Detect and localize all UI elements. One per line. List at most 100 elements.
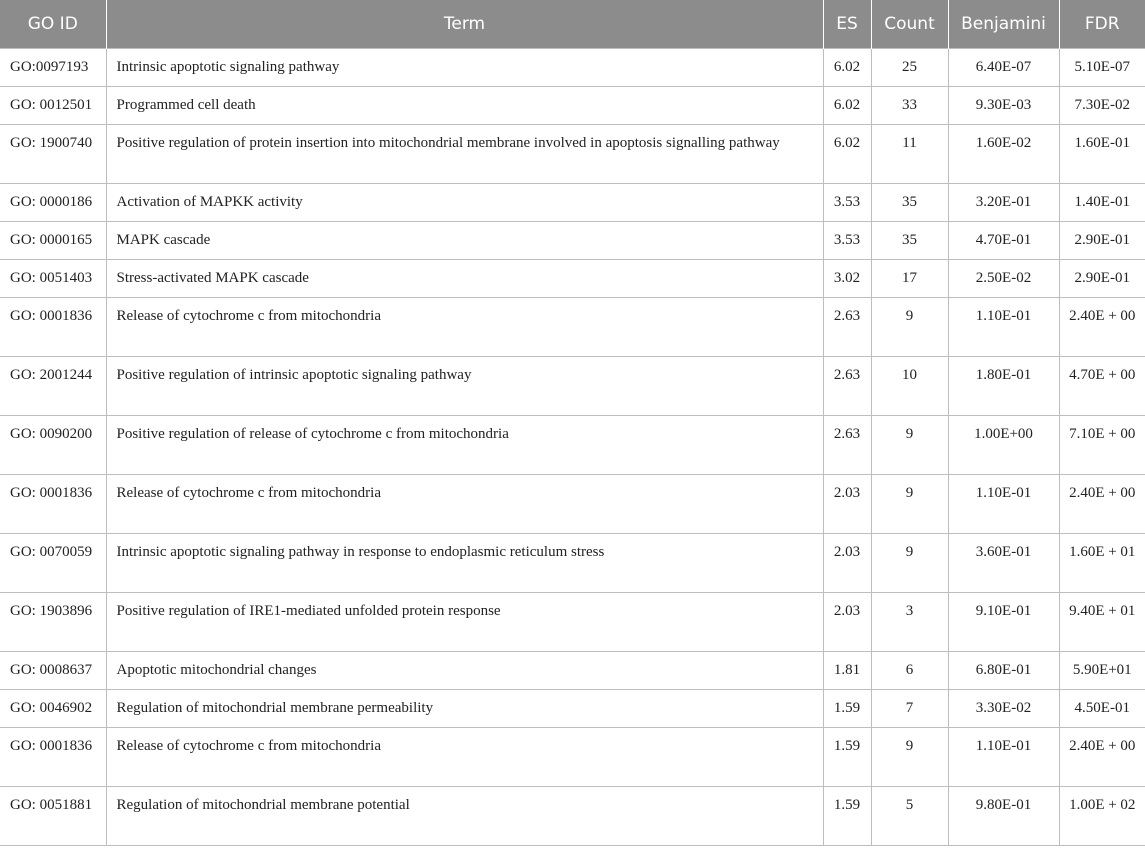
table-header: GO ID Term ES Count Benjamini FDR (0, 0, 1145, 49)
cell-fdr: 7.30E-02 (1058, 86, 1145, 125)
cell-benjamini: 9.80E-01 (947, 786, 1060, 846)
header-go-id: GO ID (0, 0, 107, 49)
cell-benjamini: 1.60E-02 (947, 124, 1060, 184)
cell-term: Intrinsic apoptotic signaling pathway (105, 48, 824, 87)
cell-go-id: GO: 0090200 (0, 415, 107, 475)
table-row: GO: 0070059 Intrinsic apoptotic signaling… (0, 533, 1145, 593)
table-row: GO:0097193 Intrinsic apoptotic signaling … (0, 48, 1145, 87)
header-term: Term (105, 0, 824, 49)
cell-fdr: 1.40E-01 (1058, 183, 1145, 222)
cell-es: 2.03 (822, 474, 872, 534)
header-es: ES (822, 0, 872, 49)
cell-benjamini: 2.50E-02 (947, 259, 1060, 298)
cell-fdr: 1.60E + 01 (1058, 533, 1145, 593)
cell-fdr: 2.40E + 00 (1058, 727, 1145, 787)
cell-fdr: 7.10E + 00 (1058, 415, 1145, 475)
cell-es: 3.53 (822, 183, 872, 222)
cell-term: Release of cytochrome c from mitochondri… (105, 727, 824, 787)
cell-es: 6.02 (822, 124, 872, 184)
cell-count: 25 (870, 48, 949, 87)
table-row: GO: 0001836 Release of cytochrome c from … (0, 727, 1145, 787)
cell-go-id: GO: 0001836 (0, 297, 107, 357)
cell-term: Apoptotic mitochondrial changes (105, 651, 824, 690)
cell-term: Regulation of mitochondrial membrane per… (105, 689, 824, 728)
cell-count: 35 (870, 221, 949, 260)
cell-term: Programmed cell death (105, 86, 824, 125)
cell-fdr: 4.50E-01 (1058, 689, 1145, 728)
table-row: GO: 0001836 Release of cytochrome c from … (0, 297, 1145, 357)
cell-benjamini: 1.10E-01 (947, 727, 1060, 787)
cell-es: 2.63 (822, 356, 872, 416)
cell-go-id: GO: 0000165 (0, 221, 107, 260)
cell-go-id: GO: 0012501 (0, 86, 107, 125)
table-row: GO: 0001836 Release of cytochrome c from … (0, 474, 1145, 534)
cell-count: 9 (870, 727, 949, 787)
table-row: GO: 2001244 Positive regulation of intrin… (0, 356, 1145, 416)
cell-go-id: GO: 0001836 (0, 474, 107, 534)
cell-term: Positive regulation of IRE1-mediated unf… (105, 592, 824, 652)
table-body: GO:0097193 Intrinsic apoptotic signaling … (0, 48, 1145, 846)
table-row: GO: 1900740 Positive regulation of protei… (0, 124, 1145, 184)
table-row: GO: 0012501 Programmed cell death 6.02 33 9.… (0, 86, 1145, 125)
cell-count: 11 (870, 124, 949, 184)
cell-es: 2.03 (822, 533, 872, 593)
cell-es: 3.53 (822, 221, 872, 260)
cell-es: 1.81 (822, 651, 872, 690)
cell-fdr: 2.90E-01 (1058, 221, 1145, 260)
table-row: GO: 0008637 Apoptotic mitochondrial chang… (0, 651, 1145, 690)
go-enrichment-table: GO ID Term ES Count Benjamini FDR GO:009… (0, 0, 1145, 846)
cell-go-id: GO:0097193 (0, 48, 107, 87)
cell-es: 3.02 (822, 259, 872, 298)
cell-term: Positive regulation of intrinsic apoptot… (105, 356, 824, 416)
cell-benjamini: 3.20E-01 (947, 183, 1060, 222)
cell-go-id: GO: 1900740 (0, 124, 107, 184)
cell-count: 9 (870, 533, 949, 593)
header-row: GO ID Term ES Count Benjamini FDR (0, 0, 1145, 49)
table-row: GO: 0000186 Activation of MAPKK activity 3… (0, 183, 1145, 222)
cell-term: Positive regulation of protein insertion… (105, 124, 824, 184)
cell-es: 1.59 (822, 727, 872, 787)
table-row: GO: 0000165 MAPK cascade 3.53 35 4.70E-01 2.9… (0, 221, 1145, 260)
cell-count: 5 (870, 786, 949, 846)
cell-fdr: 1.60E-01 (1058, 124, 1145, 184)
cell-count: 9 (870, 415, 949, 475)
cell-go-id: GO: 0070059 (0, 533, 107, 593)
header-count: Count (870, 0, 949, 49)
cell-go-id: GO: 0051881 (0, 786, 107, 846)
cell-go-id: GO: 0051403 (0, 259, 107, 298)
cell-count: 3 (870, 592, 949, 652)
cell-count: 6 (870, 651, 949, 690)
cell-benjamini: 1.10E-01 (947, 297, 1060, 357)
cell-term: Regulation of mitochondrial membrane pot… (105, 786, 824, 846)
cell-term: Intrinsic apoptotic signaling pathway in… (105, 533, 824, 593)
header-fdr: FDR (1058, 0, 1145, 49)
table-row: GO: 0090200 Positive regulation of releas… (0, 415, 1145, 475)
cell-benjamini: 3.30E-02 (947, 689, 1060, 728)
cell-es: 2.03 (822, 592, 872, 652)
cell-term: Stress-activated MAPK cascade (105, 259, 824, 298)
cell-es: 6.02 (822, 48, 872, 87)
cell-go-id: GO: 0008637 (0, 651, 107, 690)
cell-benjamini: 9.10E-01 (947, 592, 1060, 652)
cell-benjamini: 3.60E-01 (947, 533, 1060, 593)
cell-fdr: 1.00E + 02 (1058, 786, 1145, 846)
cell-benjamini: 6.40E-07 (947, 48, 1060, 87)
cell-fdr: 4.70E + 00 (1058, 356, 1145, 416)
cell-count: 9 (870, 297, 949, 357)
cell-term: Positive regulation of release of cytoch… (105, 415, 824, 475)
cell-count: 17 (870, 259, 949, 298)
cell-es: 1.59 (822, 689, 872, 728)
cell-fdr: 9.40E + 01 (1058, 592, 1145, 652)
cell-fdr: 2.40E + 00 (1058, 474, 1145, 534)
cell-benjamini: 4.70E-01 (947, 221, 1060, 260)
cell-count: 10 (870, 356, 949, 416)
table-row: GO: 0051403 Stress-activated MAPK cascade… (0, 259, 1145, 298)
cell-go-id: GO: 0001836 (0, 727, 107, 787)
cell-count: 7 (870, 689, 949, 728)
cell-term: Release of cytochrome c from mitochondri… (105, 474, 824, 534)
cell-benjamini: 1.80E-01 (947, 356, 1060, 416)
cell-go-id: GO: 0000186 (0, 183, 107, 222)
cell-benjamini: 1.00E+00 (947, 415, 1060, 475)
table-row: GO: 0046902 Regulation of mitochondrial m… (0, 689, 1145, 728)
cell-go-id: GO: 1903896 (0, 592, 107, 652)
